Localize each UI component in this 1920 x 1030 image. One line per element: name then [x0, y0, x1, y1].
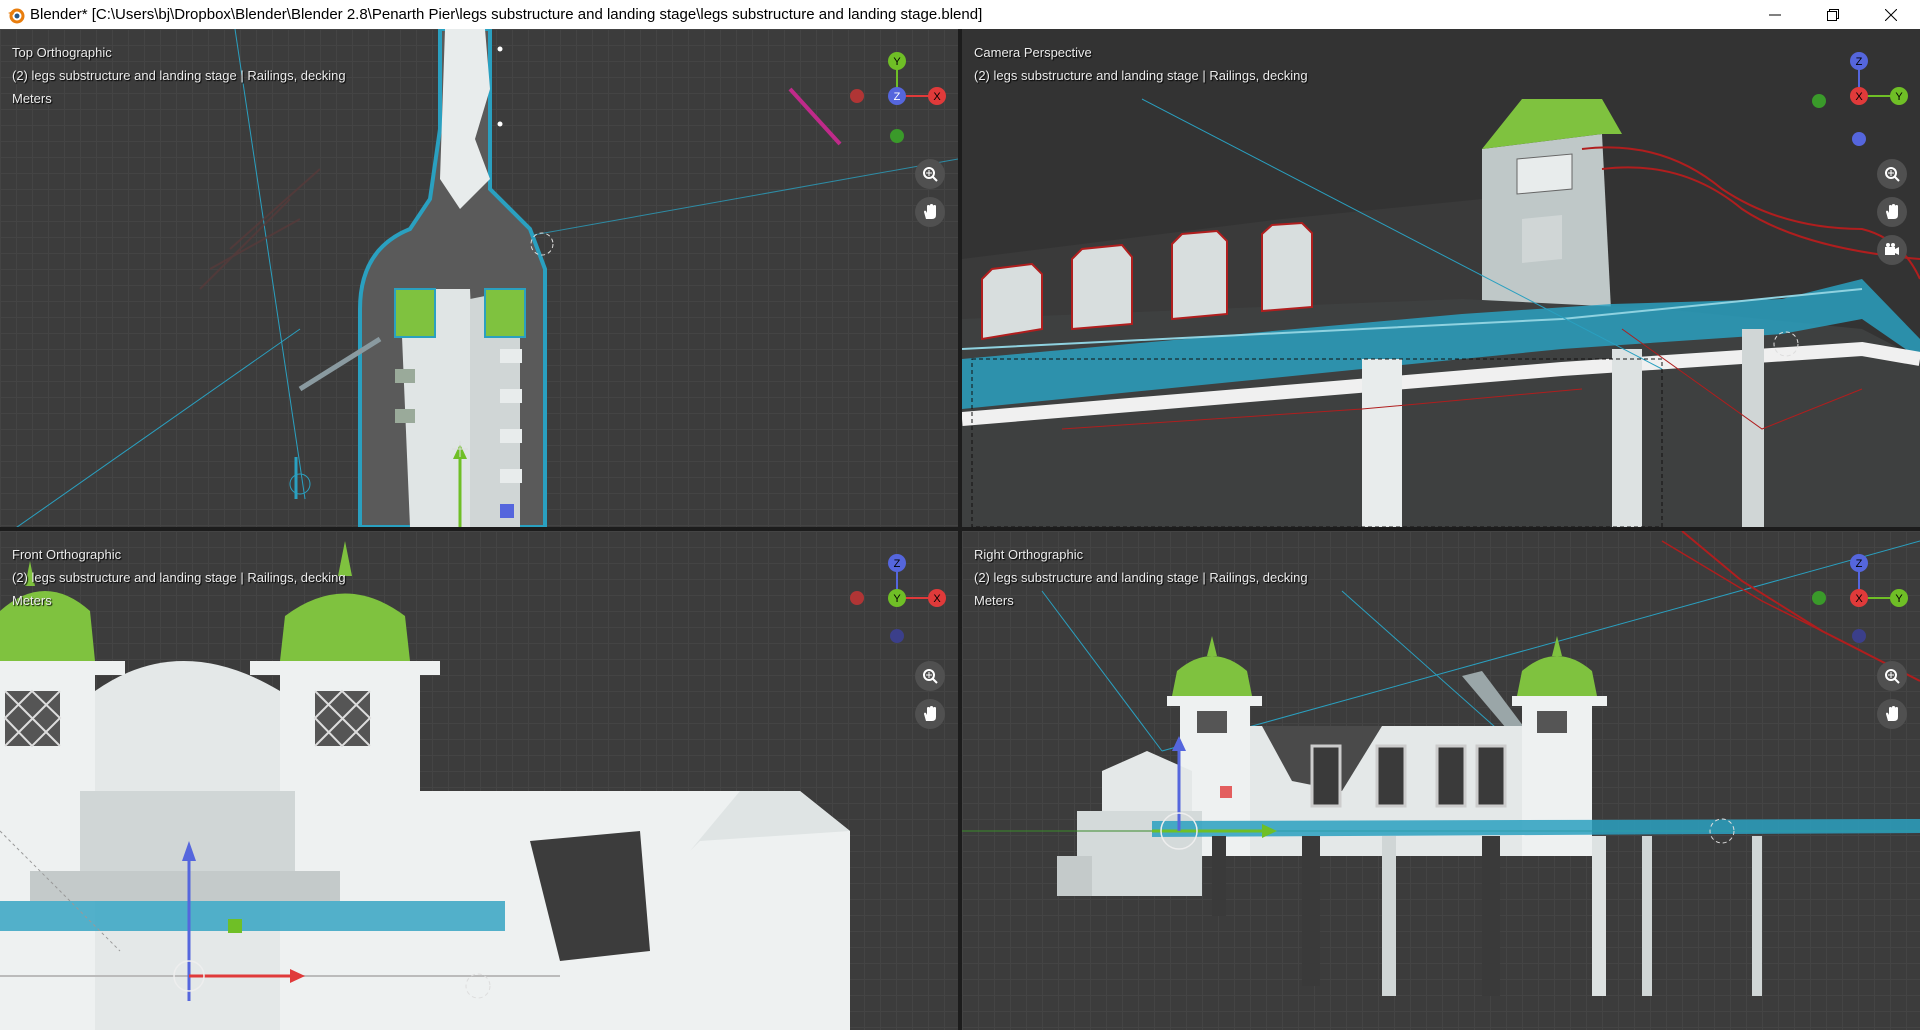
svg-text:Z: Z — [1856, 558, 1863, 570]
viewport-top-orthographic[interactable]: Top Orthographic (2) legs substructure a… — [0, 29, 958, 527]
minimize-icon[interactable] — [1746, 0, 1804, 29]
viewport-front-orthographic[interactable]: Front Orthographic (2) legs substructure… — [0, 531, 958, 1030]
svg-text:Z: Z — [1856, 56, 1863, 68]
units-label: Meters — [12, 593, 52, 608]
window-titlebar: Blender* [C:\Users\bj\Dropbox\Blender\Bl… — [0, 0, 1920, 29]
view-name: Camera Perspective — [974, 45, 1092, 60]
collection-label: (2) legs substructure and landing stage … — [12, 570, 346, 585]
navigation-gizmo[interactable]: Z Y X — [1807, 39, 1917, 149]
viewport-info-overlay: Camera Perspective (2) legs substructure… — [974, 41, 1308, 87]
restore-icon[interactable] — [1804, 0, 1862, 29]
viewport-right-orthographic[interactable]: Right Orthographic (2) legs substructure… — [962, 531, 1920, 1030]
pan-hand-icon[interactable] — [1877, 197, 1907, 227]
view-name: Front Orthographic — [12, 547, 122, 562]
navigation-gizmo[interactable]: Z Y X — [1807, 541, 1917, 651]
collection-label: (2) legs substructure and landing stage … — [974, 570, 1308, 585]
svg-text:Z: Z — [894, 91, 901, 103]
pan-hand-icon[interactable] — [915, 699, 945, 729]
zoom-icon[interactable] — [1877, 661, 1907, 691]
view-name: Right Orthographic — [974, 547, 1084, 562]
viewport-info-overlay: Top Orthographic (2) legs substructure a… — [12, 41, 346, 110]
svg-text:Y: Y — [1895, 593, 1903, 605]
svg-text:X: X — [933, 91, 941, 103]
viewport-camera-perspective[interactable]: Camera Perspective (2) legs substructure… — [962, 29, 1920, 527]
pan-hand-icon[interactable] — [915, 197, 945, 227]
window-title: Blender* [C:\Users\bj\Dropbox\Blender\Bl… — [30, 6, 983, 23]
svg-text:X: X — [1855, 91, 1863, 103]
units-label: Meters — [12, 91, 52, 106]
svg-text:Y: Y — [1895, 91, 1903, 103]
zoom-icon[interactable] — [915, 661, 945, 691]
view-name: Top Orthographic — [12, 45, 112, 60]
navigation-gizmo[interactable]: Y X Z — [845, 39, 955, 149]
navigation-gizmo[interactable]: Z X Y — [845, 541, 955, 651]
camera-view-scene — [962, 29, 1920, 527]
pan-hand-icon[interactable] — [1877, 699, 1907, 729]
camera-icon[interactable] — [1877, 235, 1907, 265]
svg-text:Y: Y — [893, 593, 901, 605]
viewport-divider-horizontal[interactable] — [0, 527, 1920, 531]
collection-label: (2) legs substructure and landing stage … — [974, 68, 1308, 83]
units-label: Meters — [974, 593, 1014, 608]
svg-text:Z: Z — [894, 558, 901, 570]
svg-text:X: X — [1855, 593, 1863, 605]
collection-label: (2) legs substructure and landing stage … — [12, 68, 346, 83]
blender-logo-icon — [5, 4, 27, 26]
zoom-icon[interactable] — [1877, 159, 1907, 189]
viewport-info-overlay: Front Orthographic (2) legs substructure… — [12, 543, 346, 612]
viewport-info-overlay: Right Orthographic (2) legs substructure… — [974, 543, 1308, 612]
close-icon[interactable] — [1862, 0, 1920, 29]
svg-text:X: X — [933, 593, 941, 605]
svg-text:Y: Y — [893, 56, 901, 68]
zoom-icon[interactable] — [915, 159, 945, 189]
